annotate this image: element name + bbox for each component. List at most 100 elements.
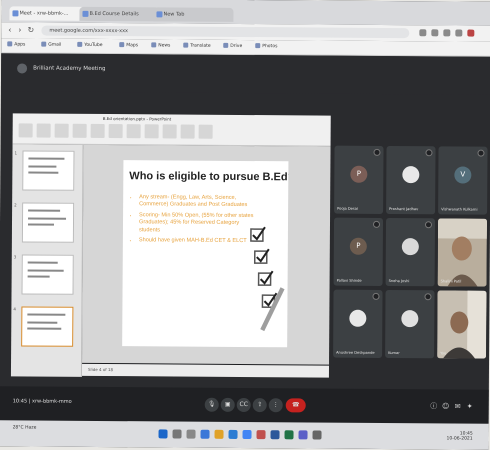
- participant-name: Pooja Desai: [337, 206, 358, 211]
- tab-course[interactable]: B.Ed Course Details: [79, 6, 160, 22]
- more-options-button[interactable]: ⋮: [268, 398, 283, 413]
- bookmark-item[interactable]: YouTube: [77, 42, 102, 50]
- teams-icon[interactable]: [298, 430, 308, 440]
- extension-icon[interactable]: [455, 29, 463, 37]
- participant-video-tile[interactable]: Shalini Patil: [437, 218, 488, 287]
- current-slide[interactable]: Who is eligible to pursue B.Ed? Any stre…: [122, 160, 289, 348]
- bookmark-item[interactable]: Maps: [119, 42, 138, 50]
- slide-title: Who is eligible to pursue B.Ed?: [129, 170, 289, 184]
- window-title: B.Ed orientation.pptx - PowerPoint: [102, 116, 172, 122]
- new-tab-favicon-icon: [156, 11, 163, 18]
- powerpoint-status-bar: Slide 4 of 18: [81, 363, 330, 378]
- search-icon[interactable]: [172, 429, 182, 439]
- meet-logo-icon: [17, 63, 28, 74]
- start-icon[interactable]: [158, 429, 168, 439]
- bookmark-item[interactable]: Translate: [183, 43, 210, 51]
- extension-icon[interactable]: [419, 29, 427, 37]
- settings-icon[interactable]: [312, 430, 322, 440]
- bookmark-item[interactable]: Gmail: [41, 42, 61, 50]
- thumb-number: 1: [14, 150, 18, 156]
- meeting-title: Brilliant Academy Meeting: [33, 65, 106, 73]
- participant-tile[interactable]: Prashant Jadhav: [386, 145, 436, 215]
- forward-icon[interactable]: ›: [15, 25, 24, 34]
- back-icon[interactable]: ‹: [5, 25, 14, 34]
- bookmark-item[interactable]: Photos: [255, 43, 277, 51]
- mic-off-icon: [372, 220, 381, 228]
- slide-thumbnail-selected[interactable]: [21, 306, 74, 347]
- participant-tile[interactable]: Anushree Deshpande: [333, 289, 383, 358]
- excel-icon[interactable]: [284, 430, 294, 440]
- extension-icon[interactable]: [443, 29, 451, 37]
- mail-icon[interactable]: [228, 429, 238, 439]
- tab-label: Meet - xrw-bbmk-...: [19, 10, 69, 17]
- thumb-line: [27, 327, 62, 330]
- chrome-icon[interactable]: [242, 429, 252, 440]
- weather-widget[interactable]: 28°C Haze: [13, 425, 37, 431]
- participant-name: You: [440, 351, 447, 356]
- ribbon-button[interactable]: [162, 124, 177, 139]
- clock-date: 10-06-2021: [446, 436, 473, 442]
- tab-meet[interactable]: Meet - xrw-bbmk-...: [9, 6, 86, 21]
- reload-icon[interactable]: ↻: [26, 25, 35, 34]
- profile-icon[interactable]: [467, 29, 475, 37]
- checklist-illustration-icon: [250, 226, 285, 332]
- activities-icon[interactable]: ✦: [465, 402, 475, 412]
- mic-off-icon: [425, 149, 433, 157]
- ribbon-button[interactable]: [198, 124, 213, 139]
- url-field[interactable]: meet.google.com/xxx-xxxx-xxx: [41, 25, 410, 39]
- participant-tile[interactable]: Sneha Joshi: [385, 217, 436, 287]
- ribbon-button[interactable]: [126, 124, 141, 139]
- powerpoint-ribbon: B.Ed orientation.pptx - PowerPoint: [12, 113, 331, 147]
- ribbon-button[interactable]: [36, 123, 51, 138]
- self-video: [437, 290, 487, 359]
- edge-icon[interactable]: [200, 429, 210, 439]
- captions-button[interactable]: CC: [236, 397, 251, 413]
- avatar: P: [349, 237, 367, 255]
- thumb-line: [28, 209, 61, 212]
- mic-button[interactable]: 🎙: [204, 397, 219, 412]
- task-view-icon[interactable]: [186, 429, 196, 439]
- extension-icon[interactable]: [431, 29, 439, 37]
- people-icon[interactable]: ☺: [441, 401, 451, 411]
- bookmark-item[interactable]: Drive: [223, 43, 242, 51]
- participant-name: Prashant Jadhav: [389, 207, 419, 212]
- participant-tile[interactable]: V Vishwanath Kulkarni: [438, 146, 488, 215]
- ribbon-button[interactable]: [54, 123, 69, 138]
- thumb-line: [28, 165, 57, 168]
- shared-screen: B.Ed orientation.pptx - PowerPoint 1 2 3…: [10, 113, 331, 378]
- participant-video-tile[interactable]: You: [437, 290, 487, 359]
- file-explorer-icon[interactable]: [214, 429, 224, 439]
- ribbon-button[interactable]: [18, 123, 33, 138]
- avatar: V: [454, 166, 472, 184]
- system-clock[interactable]: 10:45 10-06-2021: [446, 431, 473, 442]
- end-call-button[interactable]: ☎: [285, 398, 306, 413]
- word-icon[interactable]: [270, 430, 280, 440]
- thumb-number: 4: [13, 306, 16, 312]
- chat-icon[interactable]: ✉: [453, 401, 463, 411]
- meet-control-bar: 10:45 | xrw-bbmk-mmo 🎙 ▣ CC ⇪ ⋮ ☎ ⓘ ☺ ✉ …: [0, 386, 489, 424]
- ribbon-button[interactable]: [144, 124, 159, 139]
- slide-bullets: Any stream- (Engg, Law, Arts, Science, C…: [129, 194, 257, 248]
- participant-tile[interactable]: P Pooja Desai: [334, 145, 384, 214]
- present-button[interactable]: ⇪: [252, 398, 267, 413]
- participant-tile[interactable]: P Pallavi Shinde: [333, 217, 384, 286]
- ribbon-button[interactable]: [108, 124, 123, 139]
- avatar: [401, 238, 419, 256]
- camera-button[interactable]: ▣: [220, 397, 235, 412]
- slide-thumbnail[interactable]: [21, 202, 75, 243]
- mic-off-icon: [372, 292, 380, 300]
- powerpoint-icon[interactable]: [256, 430, 266, 440]
- ribbon-button[interactable]: [180, 124, 195, 139]
- slide-thumbnail[interactable]: [22, 150, 75, 191]
- ribbon-button[interactable]: [72, 123, 87, 138]
- info-icon[interactable]: ⓘ: [429, 401, 439, 411]
- ribbon-button[interactable]: [90, 123, 105, 139]
- tab-new[interactable]: New Tab: [153, 7, 234, 22]
- participant-tile[interactable]: Kumar: [385, 289, 435, 359]
- thumb-line: [27, 269, 64, 272]
- slide-thumbnail[interactable]: [21, 254, 74, 295]
- participant-name: Anushree Deshpande: [336, 350, 375, 355]
- bookmark-item[interactable]: Apps: [7, 41, 25, 49]
- thumb-line: [28, 171, 59, 174]
- bookmark-item[interactable]: News: [151, 42, 170, 50]
